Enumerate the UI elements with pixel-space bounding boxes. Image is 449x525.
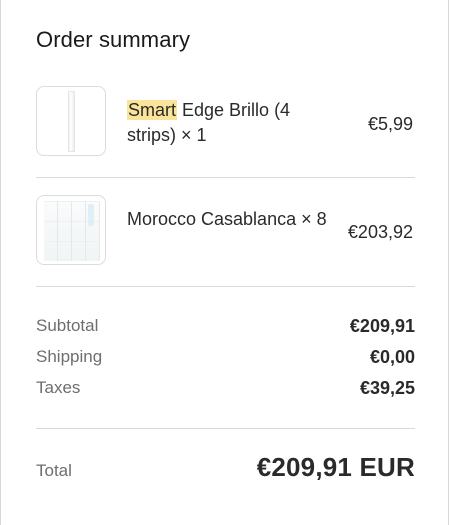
tile-glow bbox=[88, 204, 94, 226]
taxes-row: Taxes €39,25 bbox=[36, 378, 415, 404]
divider bbox=[36, 177, 415, 178]
total-value: €209,91 EUR bbox=[256, 452, 415, 482]
white-tile-product-image bbox=[36, 195, 106, 265]
tile-graphic bbox=[44, 201, 100, 261]
shipping-row: Shipping €0,00 bbox=[36, 347, 415, 373]
line-item-price: €203,92 bbox=[347, 222, 413, 242]
total-row: Total €209,91 EUR bbox=[36, 452, 415, 488]
order-summary-title: Order summary bbox=[36, 27, 191, 52]
light-strip-graphic bbox=[68, 91, 75, 152]
subtotal-label: Subtotal bbox=[36, 316, 99, 335]
frame-left-edge bbox=[0, 0, 1, 525]
shipping-label: Shipping bbox=[36, 347, 103, 366]
order-summary-panel: Order summary Smart Edge Brillo (4 strip… bbox=[36, 0, 415, 525]
line-item-price: €5,99 bbox=[367, 114, 413, 134]
search-highlight: Smart bbox=[127, 100, 178, 120]
divider bbox=[36, 428, 415, 429]
line-item: Morocco Casablanca × 8 €203,92 bbox=[36, 195, 415, 267]
light-strip-product-image bbox=[36, 86, 106, 156]
subtotal-row: Subtotal €209,91 bbox=[36, 316, 415, 342]
subtotal-value: €209,91 bbox=[349, 316, 415, 336]
line-item-name: Morocco Casablanca × 8 bbox=[127, 209, 327, 229]
total-label: Total bbox=[36, 461, 72, 480]
shipping-value: €0,00 bbox=[369, 347, 415, 367]
line-item: Smart Edge Brillo (4 strips) × 1 €5,99 bbox=[36, 86, 415, 158]
taxes-label: Taxes bbox=[36, 378, 81, 397]
taxes-value: €39,25 bbox=[359, 378, 415, 398]
line-item-name: Smart Edge Brillo (4 strips) × 1 bbox=[127, 98, 327, 148]
divider bbox=[36, 286, 415, 287]
